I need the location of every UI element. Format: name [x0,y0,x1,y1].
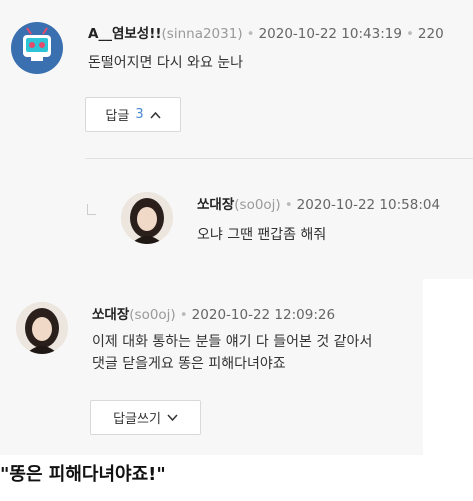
separator: • [246,26,255,42]
profile-photo-icon [121,192,173,244]
reply-count: 3 [135,107,144,122]
write-reply-button[interactable]: 답글쓰기 [90,400,201,435]
user-id: (sinna2031) [161,26,243,42]
avatar[interactable] [11,22,63,74]
reply-indent-mark [87,204,96,215]
comment-text-line1: 이제 대화 통하는 분들 얘기 다 들어본 것 같아서 [92,334,373,350]
avatar[interactable] [121,192,173,244]
comment-text-line2: 댓글 닫을게요 똥은 피해다녀야죠 [92,356,286,372]
divider [85,158,473,159]
timestamp: 2020-10-22 10:43:19 [258,26,402,42]
timestamp: 2020-10-22 12:09:26 [191,307,336,323]
write-reply-label: 답글쓰기 [113,412,161,427]
reply-toggle-button[interactable]: 답글 3 [85,97,181,132]
separator: • [179,307,188,323]
profile-photo-icon [16,302,68,354]
comment-meta: 쏘대장(so0oj) • 2020-10-22 12:09:26 [92,303,335,323]
nickname[interactable]: 쏘대장 [92,307,129,323]
avatar[interactable] [16,302,68,354]
timestamp-extra: 220 [417,26,444,42]
chevron-down-icon [167,413,178,421]
nickname[interactable]: A__염보성!! [88,26,162,42]
caption: "똥은 피해다녀야죠!" [0,464,166,485]
reply-label: 답글 [105,109,130,124]
nickname[interactable]: 쏘대장 [197,197,234,213]
user-id: (so0oj) [129,307,176,323]
separator: • [405,26,414,42]
comment-text: 돈떨어지면 다시 와요 눈나 [88,55,244,71]
reply-text: 오냐 그땐 팬갑좀 해줘 [197,227,327,243]
chevron-up-icon [150,111,161,119]
user-id: (so0oj) [234,197,281,213]
reply-meta: 쏘대장(so0oj) • 2020-10-22 10:58:04 [197,193,440,213]
comment-meta: A__염보성!!(sinna2031) • 2020-10-22 10:43:19 •… [88,22,444,42]
tv-character-icon [23,27,51,61]
timestamp: 2020-10-22 10:58:04 [296,197,441,213]
separator: • [284,197,293,213]
